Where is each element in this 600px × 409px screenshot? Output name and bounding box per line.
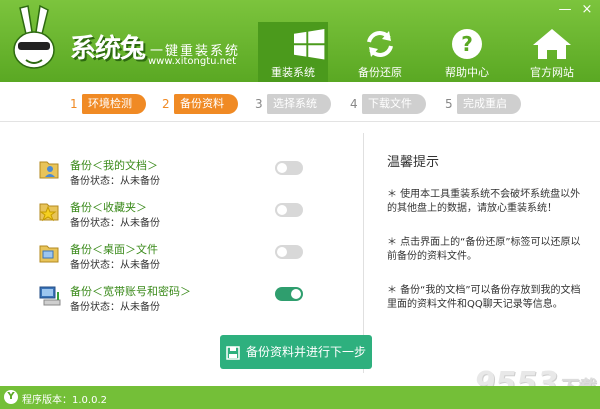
backup-title: 备份＜收藏夹＞: [70, 201, 147, 214]
svg-text:?: ?: [461, 32, 473, 56]
user-folder-icon: [39, 161, 59, 179]
desktop-folder-icon: [39, 245, 59, 263]
backup-status: 备份状态：从未备份: [70, 176, 160, 187]
backup-toggle[interactable]: [275, 161, 303, 175]
status-bar: Y 程序版本：1.0.0.2: [0, 386, 600, 409]
step-label: 环境检测: [82, 94, 146, 114]
tip-item: ＊ 使用本工具重装系统不会破坏系统盘以外的其他盘上的数据，请放心重装系统！: [387, 189, 581, 214]
nav-backup-restore[interactable]: 备份还原: [345, 22, 415, 82]
button-label: 备份资料并进行下一步: [245, 345, 366, 359]
nav-label: 备份还原: [358, 66, 402, 79]
backup-title: 备份＜我的文档＞: [70, 159, 158, 172]
tips-title: 温馨提示: [387, 155, 440, 170]
backup-item-broadband: 备份＜宽带账号和密码＞ 备份状态：从未备份: [38, 281, 338, 313]
version-text: 程序版本：1.0.0.2: [22, 395, 107, 406]
sync-icon: [367, 31, 393, 57]
step-label: 备份资料: [174, 94, 238, 114]
backup-next-button[interactable]: 备份资料并进行下一步: [220, 335, 372, 369]
app-header: 系统兔 一键重装系统 www.xitongtu.net — × 重装系统 备份还…: [0, 0, 600, 82]
step-label: 下载文件: [362, 94, 426, 114]
backup-item-documents: 备份＜我的文档＞ 备份状态：从未备份: [38, 155, 338, 187]
step-label: 完成重启: [457, 94, 521, 114]
brand-website: www.xitongtu.net: [148, 56, 237, 67]
favorites-folder-icon: [39, 203, 59, 222]
backup-toggle[interactable]: [275, 287, 303, 301]
backup-status: 备份状态：从未备份: [70, 218, 160, 229]
backup-toggle[interactable]: [275, 203, 303, 217]
minimize-button[interactable]: —: [556, 2, 574, 18]
close-button[interactable]: ×: [578, 2, 596, 18]
backup-toggle[interactable]: [275, 245, 303, 259]
progress-steps: 1 环境检测 2 备份资料 3 选择系统 4 下载文件 5 完成重启: [0, 82, 600, 122]
step-label: 选择系统: [267, 94, 331, 114]
window-controls: — ×: [556, 2, 596, 18]
save-icon: [226, 345, 240, 360]
windows-icon: [294, 29, 325, 60]
backup-item-favorites: 备份＜收藏夹＞ 备份状态：从未备份: [38, 197, 338, 229]
backup-status: 备份状态：从未备份: [70, 302, 160, 313]
nav-label: 帮助中心: [445, 66, 489, 79]
rabbit-logo-icon: [13, 4, 55, 69]
nav-reinstall-system[interactable]: 重装系统: [258, 22, 328, 82]
tip-item: ＊ 备份“我的文档”可以备份存放到我的文档里面的资料文件和QQ聊天记录等信息。: [387, 285, 581, 310]
home-icon: [533, 29, 571, 59]
nav-official-site[interactable]: 官方网站: [517, 22, 587, 82]
nav-label: 官方网站: [530, 66, 574, 79]
help-icon: ?: [452, 29, 482, 59]
app-small-icon: Y: [4, 390, 18, 404]
backup-item-desktop: 备份＜桌面＞文件 备份状态：从未备份: [38, 239, 338, 271]
nav-help-center[interactable]: ? 帮助中心: [432, 22, 502, 82]
network-icon: [39, 286, 61, 306]
backup-status: 备份状态：从未备份: [70, 260, 160, 271]
nav-label: 重装系统: [271, 66, 315, 79]
brand-title: 系统兔: [70, 34, 146, 64]
tips-panel: 温馨提示 ＊ 使用本工具重装系统不会破坏系统盘以外的其他盘上的数据，请放心重装系…: [387, 151, 587, 332]
backup-title: 备份＜桌面＞文件: [70, 243, 158, 256]
tip-item: ＊ 点击界面上的“备份还原”标签可以还原以前备份的资料文件。: [387, 237, 581, 262]
backup-title: 备份＜宽带账号和密码＞: [70, 285, 191, 298]
